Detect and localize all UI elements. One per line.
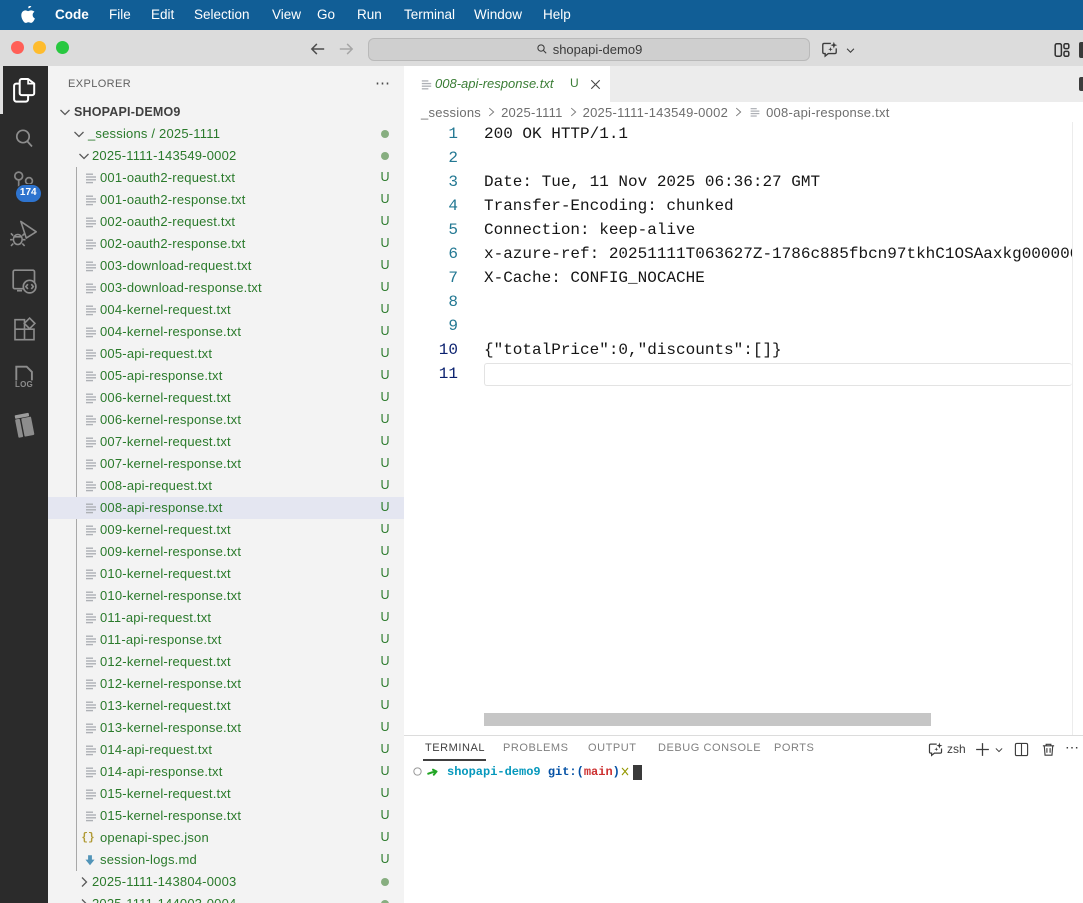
svg-text:LOG: LOG xyxy=(15,380,33,389)
